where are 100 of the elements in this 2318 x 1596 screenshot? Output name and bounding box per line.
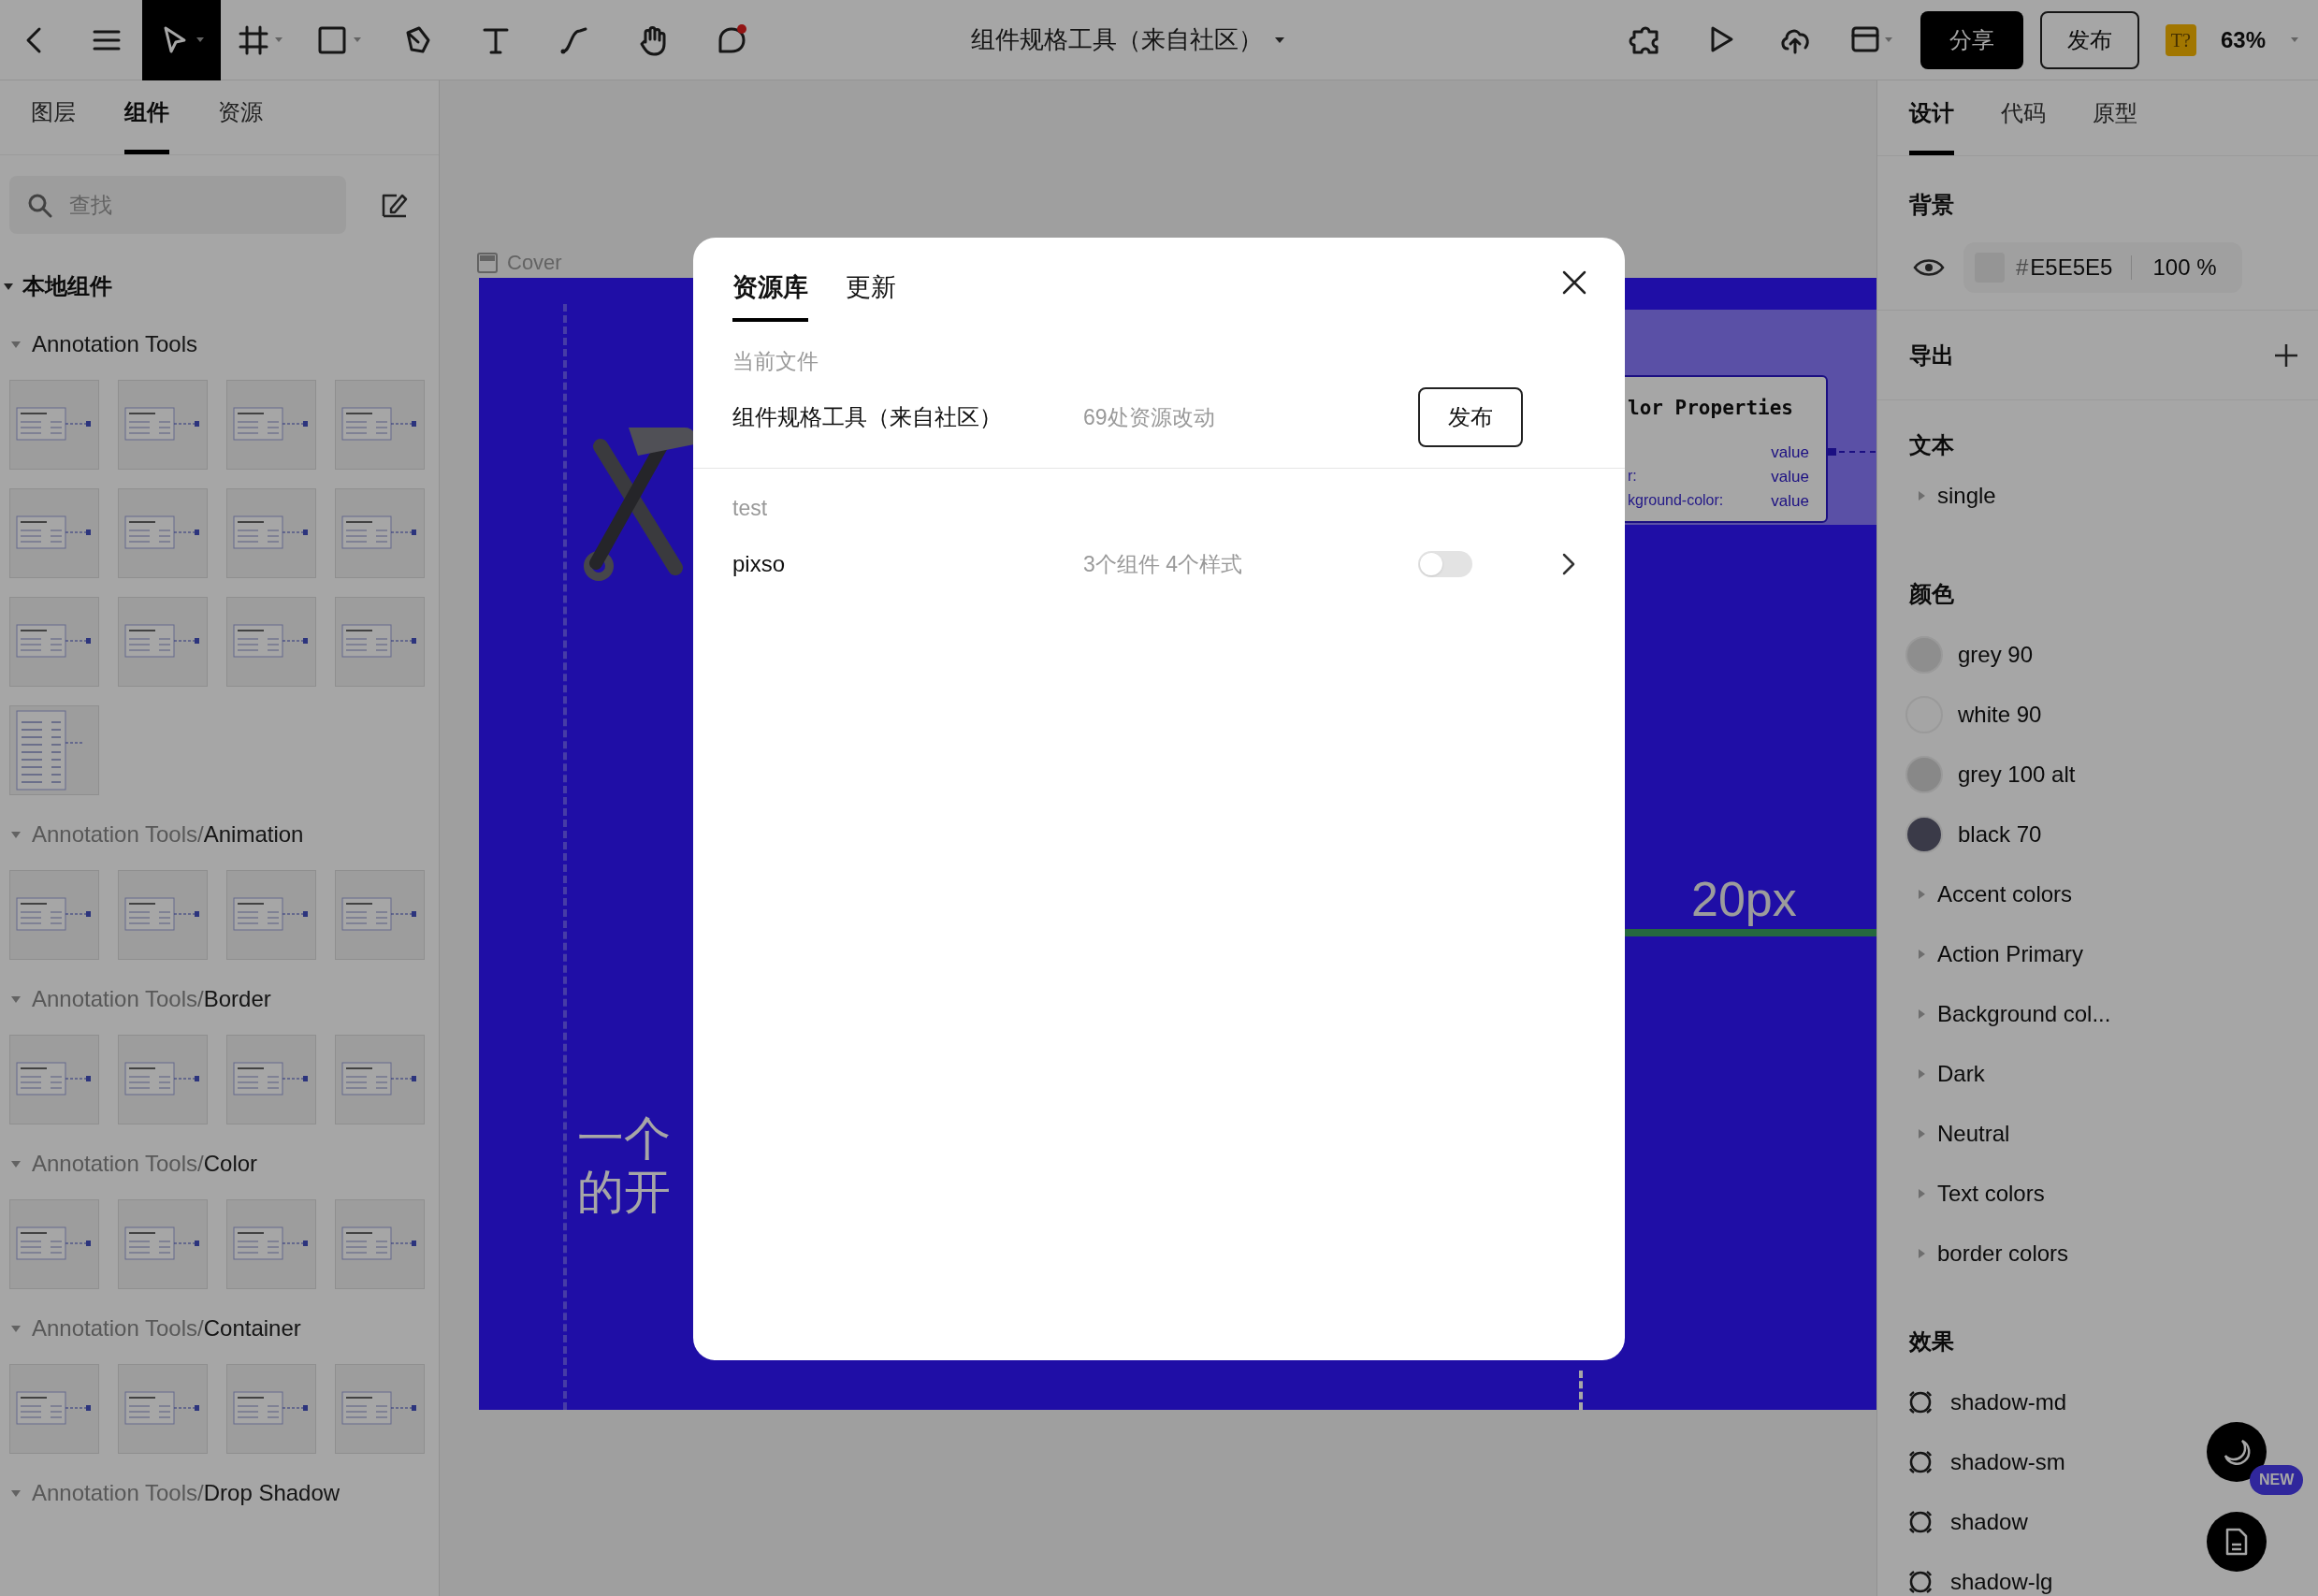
- panel-tab[interactable]: 资源: [218, 87, 263, 154]
- zoom-button[interactable]: 63%: [2220, 22, 2299, 57]
- component-thumbnail[interactable]: [335, 1364, 425, 1454]
- group-title[interactable]: Annotation Tools/Animation: [32, 818, 304, 851]
- color-style-name[interactable]: grey 100 alt: [1958, 758, 2076, 791]
- component-thumbnail[interactable]: [118, 1035, 208, 1124]
- component-thumbnail[interactable]: [9, 705, 99, 795]
- property-label: r:: [1628, 467, 1637, 486]
- panel-tab[interactable]: 组件: [124, 87, 169, 154]
- panel-tab[interactable]: 原型: [2093, 88, 2137, 155]
- color-style-name[interactable]: black 70: [1958, 818, 2042, 851]
- dialog-tab[interactable]: 更新: [846, 238, 896, 322]
- component-thumbnail[interactable]: [226, 870, 316, 960]
- property-label: kground-color:: [1628, 491, 1724, 510]
- style-group-name[interactable]: border colors: [1937, 1237, 2069, 1270]
- style-group-name[interactable]: Accent colors: [1937, 878, 2073, 911]
- component-thumbnail[interactable]: [9, 488, 99, 578]
- component-thumbnail[interactable]: [118, 1364, 208, 1454]
- library-detail: 69处资源改动: [1083, 403, 1216, 431]
- component-thumbnail[interactable]: [335, 1199, 425, 1289]
- group-title[interactable]: Annotation Tools/Drop Shadow: [32, 1476, 340, 1510]
- caret-icon: [274, 36, 283, 44]
- section-title: 背景: [1909, 191, 1955, 219]
- caret-icon: [2290, 36, 2299, 44]
- color-swatch[interactable]: [1905, 636, 1943, 674]
- color-swatch[interactable]: [1905, 816, 1943, 853]
- group-title[interactable]: Annotation Tools/Border: [32, 982, 271, 1016]
- color-style-name[interactable]: white 90: [1958, 698, 2042, 732]
- caret-icon: [196, 36, 205, 44]
- section-title: 颜色: [1909, 580, 1955, 608]
- component-thumbnail[interactable]: [226, 597, 316, 687]
- component-thumbnail[interactable]: [118, 380, 208, 470]
- library-toggle[interactable]: [1418, 551, 1472, 577]
- component-thumbnail[interactable]: [335, 488, 425, 578]
- caret-icon: [1883, 36, 1893, 44]
- file-title-button[interactable]: 组件规格工具（来自社区）: [971, 22, 1286, 58]
- component-thumbnail[interactable]: [9, 1035, 99, 1124]
- subtitle-text: 的开: [577, 1168, 671, 1215]
- property-value: value: [1771, 491, 1809, 512]
- section-title: 导出: [1909, 341, 1954, 370]
- component-thumbnail[interactable]: [335, 870, 425, 960]
- component-thumbnail[interactable]: [9, 380, 99, 470]
- publish-button[interactable]: 发布: [2039, 10, 2139, 69]
- component-thumbnail[interactable]: [9, 870, 99, 960]
- dialog-tab[interactable]: 资源库: [732, 238, 808, 322]
- property-value: value: [1771, 467, 1809, 487]
- color-field[interactable]: #E5E5E5 100 %: [1963, 242, 2242, 293]
- style-group-name[interactable]: Neutral: [1937, 1117, 2010, 1151]
- panel-tab[interactable]: 代码: [2001, 88, 2046, 155]
- component-thumbnail[interactable]: [9, 1199, 99, 1289]
- component-thumbnail[interactable]: [226, 1364, 316, 1454]
- hex-value[interactable]: E5E5E5: [2030, 251, 2113, 284]
- library-detail: 3个组件 4个样式: [1083, 550, 1243, 578]
- color-swatch[interactable]: [1905, 756, 1943, 793]
- component-thumbnail[interactable]: [9, 597, 99, 687]
- property-value: value: [1771, 443, 1809, 463]
- component-thumbnail[interactable]: [226, 1199, 316, 1289]
- effect-style-name[interactable]: shadow: [1950, 1505, 2028, 1539]
- section-title: 本地组件: [22, 272, 112, 300]
- panel-tab[interactable]: 图层: [31, 87, 76, 154]
- chevron-right-icon[interactable]: [1561, 552, 1576, 576]
- caret-icon: [1274, 35, 1286, 45]
- component-thumbnail[interactable]: [9, 1364, 99, 1454]
- measurement-label: 20px: [1691, 871, 1797, 928]
- add-icon[interactable]: [2273, 341, 2299, 369]
- group-title[interactable]: Annotation Tools/Container: [32, 1312, 301, 1345]
- pointer-tool[interactable]: [142, 0, 221, 80]
- close-icon: [1561, 269, 1587, 296]
- search-icon: [26, 192, 52, 218]
- subtitle-text: 一个: [577, 1115, 671, 1162]
- search-field[interactable]: 查找: [9, 176, 346, 234]
- component-thumbnail[interactable]: [118, 1199, 208, 1289]
- effect-style-name[interactable]: shadow-sm: [1950, 1445, 2065, 1479]
- card-title: lor Properties: [1628, 396, 1793, 421]
- component-thumbnail[interactable]: [118, 597, 208, 687]
- section-label: test: [732, 495, 769, 522]
- style-group-name[interactable]: Text colors: [1937, 1177, 2045, 1211]
- component-thumbnail[interactable]: [226, 380, 316, 470]
- share-button[interactable]: 分享: [1920, 10, 2023, 69]
- group-title[interactable]: Annotation Tools: [32, 327, 198, 361]
- component-thumbnail[interactable]: [226, 1035, 316, 1124]
- effect-style-name[interactable]: shadow-md: [1950, 1386, 2067, 1419]
- component-thumbnail[interactable]: [226, 488, 316, 578]
- opacity-value[interactable]: 100 %: [2152, 251, 2217, 284]
- effect-style-name[interactable]: shadow-lg: [1950, 1565, 2053, 1596]
- style-group-name[interactable]: single: [1937, 479, 1996, 513]
- component-thumbnail[interactable]: [335, 1035, 425, 1124]
- eye-icon[interactable]: [1913, 257, 1945, 278]
- frame-label-icon: [477, 252, 498, 273]
- group-title[interactable]: Annotation Tools/Color: [32, 1147, 258, 1181]
- panel-tab[interactable]: 设计: [1909, 88, 1954, 155]
- component-thumbnail[interactable]: [118, 488, 208, 578]
- component-thumbnail[interactable]: [118, 870, 208, 960]
- component-thumbnail[interactable]: [335, 597, 425, 687]
- style-group-name[interactable]: Background col...: [1937, 997, 2111, 1031]
- color-style-name[interactable]: grey 90: [1958, 638, 2034, 672]
- style-group-name[interactable]: Action Primary: [1937, 937, 2084, 971]
- publish-button[interactable]: 发布: [1418, 387, 1523, 447]
- component-thumbnail[interactable]: [335, 380, 425, 470]
- style-group-name[interactable]: Dark: [1937, 1057, 1985, 1091]
